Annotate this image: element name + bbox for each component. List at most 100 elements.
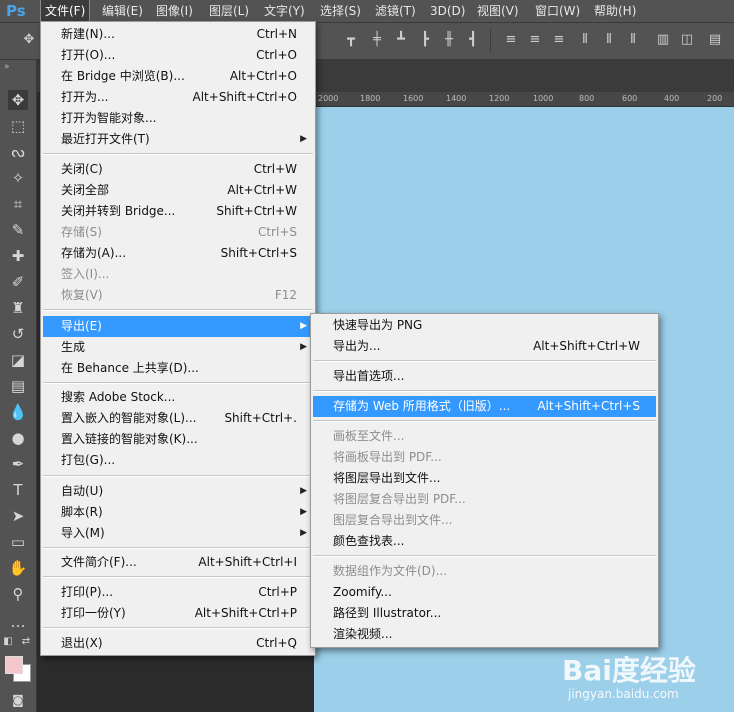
zoom-tool-icon[interactable]: ⚲	[8, 584, 28, 604]
clone-stamp-tool-icon[interactable]: ♜	[8, 298, 28, 318]
align-top-icon[interactable]: ┳	[344, 33, 358, 47]
menu-item-export-as[interactable]: 导出为... Alt+Shift+Ctrl+W	[313, 336, 656, 357]
baidu-jingyan-watermark: Bai度经验 jingyan.baidu.com	[562, 645, 730, 709]
move-tool-icon[interactable]: ✥	[22, 33, 36, 47]
gradient-tool-icon[interactable]: ▤	[8, 376, 28, 396]
photoshop-logo: Ps	[6, 2, 26, 20]
align-bottom-icon[interactable]: ┻	[394, 33, 408, 47]
distribute-bottom-icon[interactable]: ≡	[552, 33, 566, 47]
3d-mode-icon[interactable]: ◫	[680, 33, 694, 47]
menu-item-close-and-go-to-bridge[interactable]: 关闭并转到 Bridge... Shift+Ctrl+W	[43, 201, 313, 222]
menu-item-generate[interactable]: 生成 ▶	[43, 337, 313, 358]
menu-item-package[interactable]: 打包(G)...	[43, 450, 313, 471]
quick-mask-icon[interactable]: ◙	[8, 690, 28, 710]
menu-item-layer-comps-to-files[interactable]: 图层复合导出到文件...	[313, 510, 656, 531]
menu-item-share-on-behance[interactable]: 在 Behance 上共享(D)...	[43, 358, 313, 379]
blur-tool-icon[interactable]: 💧	[8, 402, 28, 422]
swap-colors-icon[interactable]: ⇄	[20, 632, 32, 652]
move-tool-icon[interactable]: ✥	[8, 90, 28, 110]
distribute-left-icon[interactable]: ⫴	[578, 33, 592, 47]
menu-item-render-video[interactable]: 渲染视频...	[313, 624, 656, 645]
align-vertical-center-icon[interactable]: ╪	[370, 33, 384, 47]
distribute-horizontal-center-icon[interactable]: ⫴	[602, 33, 616, 47]
menu-item-place-embedded[interactable]: 置入嵌入的智能对象(L)... Shift+Ctrl+.	[43, 408, 313, 429]
menu-item-automate[interactable]: 自动(U) ▶	[43, 481, 313, 502]
menu-item-zoomify[interactable]: Zoomify...	[313, 582, 656, 603]
path-selection-tool-icon[interactable]: ➤	[8, 506, 28, 526]
menu-item-open-as-smart-object[interactable]: 打开为智能对象...	[43, 108, 313, 129]
menu-type[interactable]: 文字(Y)	[260, 0, 309, 22]
menu-item-save-for-web-legacy[interactable]: 存储为 Web 所用格式（旧版）... Alt+Shift+Ctrl+S	[313, 396, 656, 417]
menu-window[interactable]: 窗口(W)	[531, 0, 584, 22]
menu-layer[interactable]: 图层(L)	[205, 0, 253, 22]
rectangle-tool-icon[interactable]: ▭	[8, 532, 28, 552]
file-menu: 新建(N)... Ctrl+N 打开(O)... Ctrl+O 在 Bridge 中…	[40, 21, 316, 656]
foreground-color-swatch[interactable]	[5, 656, 23, 674]
menu-item-revert[interactable]: 恢复(V) F12	[43, 285, 313, 306]
menu-item-export-preferences[interactable]: 导出首选项...	[313, 366, 656, 387]
magic-wand-tool-icon[interactable]: ✧	[8, 168, 28, 188]
menu-item-browse-in-bridge[interactable]: 在 Bridge 中浏览(B)... Alt+Ctrl+O	[43, 66, 313, 87]
distribute-vertical-center-icon[interactable]: ≡	[528, 33, 542, 47]
type-tool-icon[interactable]: T	[8, 480, 28, 500]
menu-3d[interactable]: 3D(D)	[426, 0, 469, 22]
menu-image[interactable]: 图像(I)	[152, 0, 197, 22]
menu-item-open-as[interactable]: 打开为... Alt+Shift+Ctrl+O	[43, 87, 313, 108]
menu-item-scripts[interactable]: 脚本(R) ▶	[43, 502, 313, 523]
workspace-icon[interactable]: ▤	[708, 33, 722, 47]
menu-item-print[interactable]: 打印(P)... Ctrl+P	[43, 582, 313, 603]
menu-item-place-linked[interactable]: 置入链接的智能对象(K)...	[43, 429, 313, 450]
align-right-icon[interactable]: ┫	[466, 33, 480, 47]
menu-item-close-all[interactable]: 关闭全部 Alt+Ctrl+W	[43, 180, 313, 201]
menu-edit[interactable]: 编辑(E)	[98, 0, 147, 22]
default-colors-icon[interactable]: ◧	[2, 632, 14, 652]
brush-tool-icon[interactable]: ✐	[8, 272, 28, 292]
ruler-tick: 600	[622, 94, 638, 103]
auto-align-icon[interactable]: ▥	[656, 33, 670, 47]
menu-item-print-one-copy[interactable]: 打印一份(Y) Alt+Shift+Ctrl+P	[43, 603, 313, 624]
menu-filter[interactable]: 滤镜(T)	[371, 0, 420, 22]
align-left-icon[interactable]: ┣	[418, 33, 432, 47]
menu-item-new[interactable]: 新建(N)... Ctrl+N	[43, 24, 313, 45]
menu-item-export[interactable]: 导出(E) ▶	[43, 316, 313, 337]
submenu-arrow-icon: ▶	[300, 507, 307, 517]
panel-collapse-icon[interactable]: »	[4, 62, 10, 72]
menu-select[interactable]: 选择(S)	[316, 0, 365, 22]
eyedropper-tool-icon[interactable]: ✎	[8, 220, 28, 240]
align-horizontal-center-icon[interactable]: ╫	[442, 33, 456, 47]
menu-item-save[interactable]: 存储(S) Ctrl+S	[43, 222, 313, 243]
menu-item-layer-comps-to-pdf[interactable]: 将图层复合导出到 PDF...	[313, 489, 656, 510]
healing-brush-tool-icon[interactable]: ✚	[8, 246, 28, 266]
crop-tool-icon[interactable]: ⌗	[8, 194, 28, 214]
menu-item-open[interactable]: 打开(O)... Ctrl+O	[43, 45, 313, 66]
menu-item-search-adobe-stock[interactable]: 搜索 Adobe Stock...	[43, 387, 313, 408]
more-tools-icon[interactable]: …	[8, 612, 28, 632]
menu-file[interactable]: 文件(F)	[39, 0, 91, 23]
dodge-tool-icon[interactable]: ●	[8, 428, 28, 448]
menu-item-exit[interactable]: 退出(X) Ctrl+Q	[43, 633, 313, 654]
eraser-tool-icon[interactable]: ◪	[8, 350, 28, 370]
menu-item-artboards-to-files[interactable]: 画板至文件...	[313, 426, 656, 447]
menu-item-quick-export-png[interactable]: 快速导出为 PNG	[313, 315, 656, 336]
marquee-tool-icon[interactable]: ⬚	[8, 116, 28, 136]
menu-item-artboards-to-pdf[interactable]: 将画板导出到 PDF...	[313, 447, 656, 468]
menu-item-close[interactable]: 关闭(C) Ctrl+W	[43, 159, 313, 180]
menu-item-save-as[interactable]: 存储为(A)... Shift+Ctrl+S	[43, 243, 313, 264]
menu-item-layers-to-files[interactable]: 将图层导出到文件...	[313, 468, 656, 489]
submenu-arrow-icon: ▶	[300, 134, 307, 144]
history-brush-tool-icon[interactable]: ↺	[8, 324, 28, 344]
menu-item-check-in[interactable]: 签入(I)...	[43, 264, 313, 285]
menu-item-color-lookup-tables[interactable]: 颜色查找表...	[313, 531, 656, 552]
menu-item-import[interactable]: 导入(M) ▶	[43, 523, 313, 544]
pen-tool-icon[interactable]: ✒	[8, 454, 28, 474]
menu-view[interactable]: 视图(V)	[473, 0, 523, 22]
distribute-right-icon[interactable]: ⫴	[626, 33, 640, 47]
distribute-top-icon[interactable]: ≡	[504, 33, 518, 47]
menu-item-open-recent[interactable]: 最近打开文件(T) ▶	[43, 129, 313, 150]
hand-tool-icon[interactable]: ✋	[8, 558, 28, 578]
menu-item-data-sets-as-files[interactable]: 数据组作为文件(D)...	[313, 561, 656, 582]
menu-item-paths-to-illustrator[interactable]: 路径到 Illustrator...	[313, 603, 656, 624]
menu-help[interactable]: 帮助(H)	[590, 0, 640, 22]
lasso-tool-icon[interactable]: ᔓ	[8, 142, 28, 162]
menu-item-file-info[interactable]: 文件简介(F)... Alt+Shift+Ctrl+I	[43, 552, 313, 573]
